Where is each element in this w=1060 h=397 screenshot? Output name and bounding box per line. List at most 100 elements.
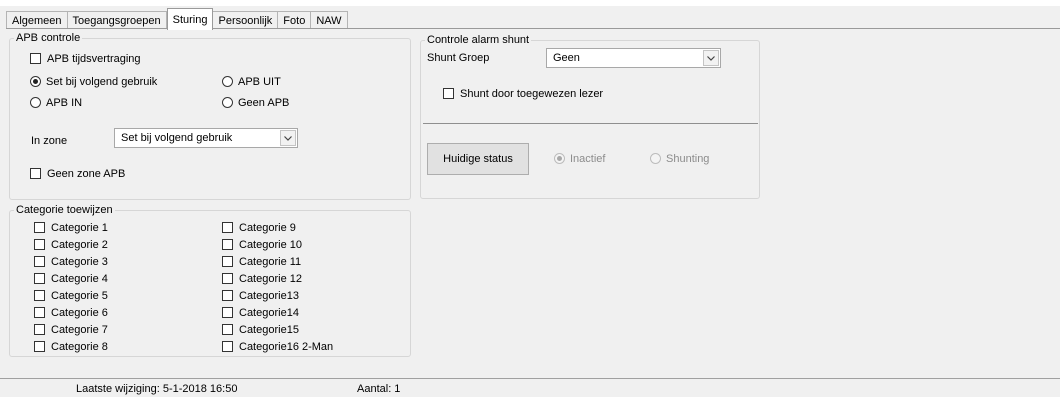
categorie-label: Categorie14 [239, 307, 299, 319]
radio-apb-in[interactable]: APB IN [30, 96, 82, 110]
categorie-label: Categorie 7 [51, 324, 108, 336]
in-zone-label: In zone [31, 135, 68, 147]
window-top-strip [0, 0, 1060, 6]
tab-bar: Algemeen Toegangsgroepen Sturing Persoon… [6, 7, 348, 30]
checkbox-box[interactable] [222, 324, 233, 335]
categorie-checkbox-6[interactable]: Categorie 6 [34, 306, 108, 320]
checkbox-box[interactable] [222, 290, 233, 301]
checkbox-box[interactable] [34, 239, 45, 250]
controle-alarm-shunt-legend: Controle alarm shunt [425, 33, 532, 47]
apb-tijdsvertraging-checkbox[interactable]: APB tijdsvertraging [30, 52, 141, 66]
categorie-label: Categorie 6 [51, 307, 108, 319]
shunt-groep-select[interactable]: Geen [546, 48, 721, 68]
aantal-text: Aantal: 1 [357, 383, 401, 395]
radio-geen-apb-label: Geen APB [238, 97, 290, 109]
checkbox-box[interactable] [34, 273, 45, 284]
radio-apb-in-label: APB IN [46, 97, 83, 109]
categorie-label: Categorie13 [239, 290, 299, 302]
radio-circle[interactable] [30, 97, 41, 108]
categorie-label: Categorie 9 [239, 222, 296, 234]
categorie-checkbox-1[interactable]: Categorie 1 [34, 221, 108, 235]
radio-set-bij-volgend-gebruik[interactable]: Set bij volgend gebruik [30, 75, 157, 89]
categorie-checkbox-10[interactable]: Categorie 10 [222, 238, 302, 252]
shunt-groep-label: Shunt Groep [427, 52, 490, 64]
categorie-checkbox-12[interactable]: Categorie 12 [222, 272, 302, 286]
apb-controle-group: APB controle APB tijdsvertraging Set bij… [9, 31, 411, 200]
categorie-checkbox-11[interactable]: Categorie 11 [222, 255, 301, 269]
categorie-label: Categorie15 [239, 324, 299, 336]
checkbox-box[interactable] [34, 341, 45, 352]
checkbox-box[interactable] [34, 290, 45, 301]
checkbox-box[interactable] [30, 168, 41, 179]
apb-controle-legend: APB controle [14, 31, 83, 45]
radio-shunting[interactable]: Shunting [650, 152, 709, 166]
chevron-down-icon[interactable] [280, 130, 296, 146]
checkbox-box[interactable] [30, 53, 41, 64]
categorie-label: Categorie16 2-Man [239, 341, 334, 353]
categorie-checkbox-16[interactable]: Categorie16 2-Man [222, 340, 333, 354]
tab-naw[interactable]: NAW [311, 11, 348, 29]
radio-circle[interactable] [222, 97, 233, 108]
tab-algemeen[interactable]: Algemeen [6, 11, 68, 29]
radio-circle[interactable] [650, 153, 661, 164]
categorie-checkbox-13[interactable]: Categorie13 [222, 289, 299, 303]
checkbox-box[interactable] [34, 307, 45, 318]
shunt-groep-value: Geen [553, 52, 580, 64]
categorie-checkbox-4[interactable]: Categorie 4 [34, 272, 108, 286]
chevron-down-icon[interactable] [703, 50, 719, 66]
categorie-label: Categorie 11 [239, 256, 302, 268]
checkbox-box[interactable] [34, 222, 45, 233]
radio-inactief-label: Inactief [570, 153, 606, 165]
categorie-checkbox-15[interactable]: Categorie15 [222, 323, 299, 337]
categorie-checkbox-9[interactable]: Categorie 9 [222, 221, 296, 235]
tab-toegangsgroepen[interactable]: Toegangsgroepen [67, 11, 167, 29]
tab-foto[interactable]: Foto [278, 11, 312, 29]
categorie-label: Categorie 3 [51, 256, 108, 268]
radio-set-bij-label: Set bij volgend gebruik [46, 76, 158, 88]
radio-circle[interactable] [222, 76, 233, 87]
huidige-status-button[interactable]: Huidige status [427, 143, 529, 175]
checkbox-box[interactable] [34, 256, 45, 267]
checkbox-box[interactable] [222, 273, 233, 284]
checkbox-box[interactable] [222, 307, 233, 318]
radio-apb-uit-label: APB UIT [238, 76, 281, 88]
tab-sturing[interactable]: Sturing [166, 8, 214, 30]
geen-zone-apb-label: Geen zone APB [47, 168, 126, 180]
checkbox-box[interactable] [222, 341, 233, 352]
categorie-label: Categorie 2 [51, 239, 108, 251]
laatste-wijziging-text: Laatste wijziging: 5-1-2018 16:50 [76, 383, 238, 395]
categorie-label: Categorie 10 [239, 239, 302, 251]
categorie-checkbox-8[interactable]: Categorie 8 [34, 340, 108, 354]
categorie-label: Categorie 12 [239, 273, 302, 285]
categorie-toewijzen-legend: Categorie toewijzen [14, 203, 115, 217]
radio-geen-apb[interactable]: Geen APB [222, 96, 289, 110]
controle-alarm-shunt-group: Controle alarm shunt Shunt Groep Geen Sh… [420, 33, 760, 199]
categorie-checkbox-2[interactable]: Categorie 2 [34, 238, 108, 252]
radio-circle[interactable] [554, 153, 565, 164]
geen-zone-apb-checkbox[interactable]: Geen zone APB [30, 167, 125, 181]
shunt-door-lezer-checkbox[interactable]: Shunt door toegewezen lezer [443, 87, 603, 101]
radio-inactief[interactable]: Inactief [554, 152, 605, 166]
categorie-label: Categorie 4 [51, 273, 108, 285]
categorie-checkbox-7[interactable]: Categorie 7 [34, 323, 108, 337]
categorie-toewijzen-group: Categorie toewijzen Categorie 1 Categorie… [9, 203, 411, 357]
checkbox-box[interactable] [222, 239, 233, 250]
checkbox-box[interactable] [222, 256, 233, 267]
tab-persoonlijk[interactable]: Persoonlijk [213, 11, 279, 29]
categorie-label: Categorie 1 [51, 222, 108, 234]
in-zone-select[interactable]: Set bij volgend gebruik [114, 128, 298, 148]
separator-line [423, 123, 758, 124]
in-zone-value: Set bij volgend gebruik [121, 132, 233, 144]
categorie-label: Categorie 5 [51, 290, 108, 302]
tab-divider [6, 28, 1060, 29]
categorie-checkbox-3[interactable]: Categorie 3 [34, 255, 108, 269]
checkbox-box[interactable] [222, 222, 233, 233]
checkbox-box[interactable] [34, 324, 45, 335]
status-bar: Laatste wijziging: 5-1-2018 16:50 Aantal… [0, 378, 1060, 397]
radio-circle[interactable] [30, 76, 41, 87]
categorie-checkbox-5[interactable]: Categorie 5 [34, 289, 108, 303]
shunt-door-lezer-label: Shunt door toegewezen lezer [460, 88, 604, 100]
radio-apb-uit[interactable]: APB UIT [222, 75, 281, 89]
checkbox-box[interactable] [443, 88, 454, 99]
categorie-checkbox-14[interactable]: Categorie14 [222, 306, 299, 320]
